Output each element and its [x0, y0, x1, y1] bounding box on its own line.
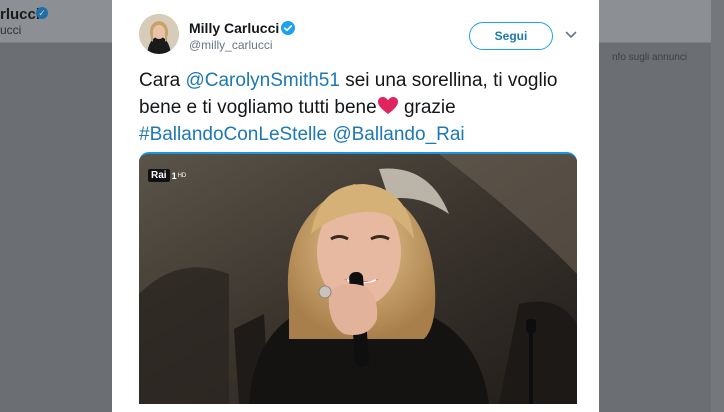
background-profile-handle: ucci	[0, 23, 22, 37]
mention-ballando-rai[interactable]: @Ballando_Rai	[332, 124, 464, 145]
background-profile-name: rlucci	[0, 6, 41, 23]
rai-logo-hd: HD	[177, 172, 187, 179]
chevron-down-icon[interactable]	[565, 30, 577, 40]
ads-info-link[interactable]: nfo sugli annunci	[612, 52, 687, 63]
follow-button[interactable]: Segui	[469, 22, 553, 50]
video-player[interactable]: Rai 1 HD	[139, 152, 577, 404]
avatar[interactable]	[139, 14, 179, 54]
red-heart-emoji-icon	[377, 97, 398, 114]
hashtag-ballandoconlestelle[interactable]: #BallandoConLeStelle	[139, 124, 327, 145]
verified-badge-icon	[281, 21, 295, 35]
user-handle[interactable]: @milly_carlucci	[189, 38, 273, 52]
rai-1-hd-logo: Rai 1 HD	[148, 169, 186, 182]
tweet-text: Cara @CarolynSmith51 sei una sorellina, …	[139, 67, 589, 148]
video-frame	[139, 154, 577, 404]
background-strip	[711, 0, 724, 412]
display-name[interactable]: Milly Carlucci	[189, 20, 279, 36]
background-verified-icon: ✓	[36, 7, 48, 19]
tweet-modal: Milly Carlucci @milly_carlucci Segui Car…	[112, 0, 599, 412]
tweet-text-prefix: Cara	[139, 70, 186, 91]
mention-carolynsmith51[interactable]: @CarolynSmith51	[185, 70, 339, 91]
rai-logo-word: Rai	[148, 169, 170, 182]
tweet-text-after-heart: grazie	[398, 97, 456, 118]
rai-logo-number: 1	[171, 170, 177, 181]
